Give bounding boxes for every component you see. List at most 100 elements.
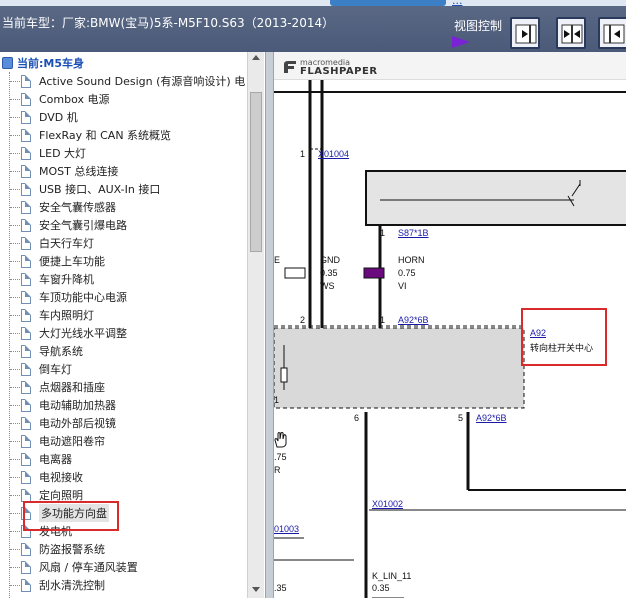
tree-item-label: 电动辅助加热器: [39, 399, 116, 412]
car-model-title: 当前车型：厂家:BMW(宝马)5系-M5F10.S63（2013-2014）: [2, 16, 335, 30]
connector-link-s87[interactable]: S87*1B: [398, 228, 429, 238]
tree-item[interactable]: FlexRay 和 CAN 系统概览: [0, 126, 260, 144]
tree-item[interactable]: 白天行车灯: [0, 234, 260, 252]
tree-connector: [10, 476, 20, 478]
tree-item[interactable]: 车窗升降机: [0, 270, 260, 288]
tree-item-label: 电动遮阳卷帘: [39, 435, 105, 448]
page-icon: [21, 254, 31, 268]
tree-item-label: 便捷上车功能: [39, 255, 105, 268]
tree-connector: [10, 188, 20, 190]
tree-item[interactable]: 安全气囊引爆电路: [0, 216, 260, 234]
tree-root-label: 当前:M5车身: [17, 57, 84, 70]
app-window: ... 当前车型：厂家:BMW(宝马)5系-M5F10.S63（2013-201…: [0, 0, 626, 598]
tree-item[interactable]: 车顶功能中心电源: [0, 288, 260, 306]
split-left-icon: [515, 24, 537, 44]
tree-connector: [10, 314, 20, 316]
wire-horn-size: 0.75: [398, 268, 416, 278]
tree-item[interactable]: 防盗报警系统: [0, 540, 260, 558]
tree-item-label: DVD 机: [39, 111, 78, 124]
tree-item[interactable]: Combox 电源: [0, 90, 260, 108]
split-right-icon: [603, 24, 625, 44]
tree-item[interactable]: Active Sound Design (有源音响设计) 电: [0, 72, 260, 90]
page-icon: [21, 272, 31, 286]
wire-color-left: R: [274, 465, 281, 475]
tree-connector: [10, 350, 20, 352]
page-icon: [21, 200, 31, 214]
tree-item[interactable]: 电动辅助加热器: [0, 396, 260, 414]
split-both-icon: [561, 24, 583, 44]
view-left-panel-button[interactable]: [510, 17, 540, 49]
scroll-thumb[interactable]: [250, 92, 262, 252]
connector-link-x01003[interactable]: 01003: [274, 524, 299, 534]
tree-item[interactable]: 电离器: [0, 450, 260, 468]
view-right-panel-button[interactable]: [598, 17, 626, 49]
tree-connector: [10, 224, 20, 226]
tree-item-label: 车内照明灯: [39, 309, 94, 322]
flashpaper-logo-icon: [284, 61, 296, 73]
page-icon: [21, 578, 31, 592]
tree-connector: [10, 548, 20, 550]
tree-item[interactable]: 倒车灯: [0, 360, 260, 378]
page-icon: [21, 182, 31, 196]
tree-item[interactable]: MOST 总线连接: [0, 162, 260, 180]
page-icon: [21, 470, 31, 484]
tree-item[interactable]: USB 接口、AUX-In 接口: [0, 180, 260, 198]
view-arrow-icon[interactable]: [452, 36, 470, 48]
tree-item[interactable]: 电视接收: [0, 468, 260, 486]
tree-item-label: 防盗报警系统: [39, 543, 105, 556]
tree-item[interactable]: 电动遮阳卷帘: [0, 432, 260, 450]
tree-item-label: 车顶功能中心电源: [39, 291, 127, 304]
tree-connector: [10, 512, 20, 514]
tree-connector: [10, 134, 20, 136]
tree-item-label: 点烟器和插座: [39, 381, 105, 394]
page-icon: [21, 308, 31, 322]
tree-item[interactable]: DVD 机: [0, 108, 260, 126]
tree-item[interactable]: 车内照明灯: [0, 306, 260, 324]
tree-scrollbar[interactable]: [247, 52, 264, 598]
tree-connector: [10, 296, 20, 298]
tree-item[interactable]: 大灯光线水平调整: [0, 324, 260, 342]
tree-item[interactable]: 风扇 / 停车通风装置: [0, 558, 260, 576]
connector-link-a92-top[interactable]: A92*6B: [398, 315, 429, 325]
tree-item[interactable]: 点烟器和插座: [0, 378, 260, 396]
top-link[interactable]: ...: [452, 0, 463, 7]
folder-icon: [2, 57, 13, 69]
wire-gnd-color: WS: [320, 281, 335, 291]
tree-connector: [10, 440, 20, 442]
tree-item[interactable]: LED 大灯: [0, 144, 260, 162]
highlight-box-component: [521, 308, 607, 366]
page-icon: [21, 128, 31, 142]
top-tab[interactable]: [330, 0, 446, 6]
wire-klin-size: 0.35: [372, 583, 390, 593]
tree-connector: [10, 368, 20, 370]
tree-item[interactable]: 导航系统: [0, 342, 260, 360]
tree-item-label: MOST 总线连接: [39, 165, 119, 178]
page-icon: [21, 398, 31, 412]
connector-link-a92-bottom[interactable]: A92*6B: [476, 413, 507, 423]
tree-root[interactable]: 当前:M5车身: [2, 55, 84, 71]
tree-item-label: 导航系统: [39, 345, 83, 358]
page-icon: [21, 380, 31, 394]
pin-label: 1: [300, 149, 306, 159]
view-split-button[interactable]: [556, 17, 586, 49]
tree-item[interactable]: 便捷上车功能: [0, 252, 260, 270]
wire-horn-color: VI: [398, 281, 407, 291]
tree-item[interactable]: 电动外部后视镜: [0, 414, 260, 432]
wire-gnd-label: GND: [320, 255, 340, 265]
page-icon: [21, 452, 31, 466]
page-icon: [21, 92, 31, 106]
panel-divider[interactable]: [265, 52, 274, 598]
scroll-down-icon[interactable]: [252, 587, 260, 592]
pin-label: 1: [380, 228, 386, 238]
tree-item[interactable]: 刮水清洗控制: [0, 576, 260, 594]
connector-link-x01004[interactable]: X01004: [318, 149, 349, 159]
scroll-up-icon[interactable]: [252, 55, 260, 60]
top-strip: ...: [0, 0, 626, 7]
wire-horn-label: HORN: [398, 255, 425, 265]
connector-link-x01002[interactable]: X01002: [372, 499, 403, 509]
tree-item-label: FlexRay 和 CAN 系统概览: [39, 129, 172, 142]
tree-item[interactable]: 安全气囊传感器: [0, 198, 260, 216]
tree-connector: [10, 404, 20, 406]
highlight-box-tree: [23, 501, 119, 531]
tree-connector: [10, 386, 20, 388]
